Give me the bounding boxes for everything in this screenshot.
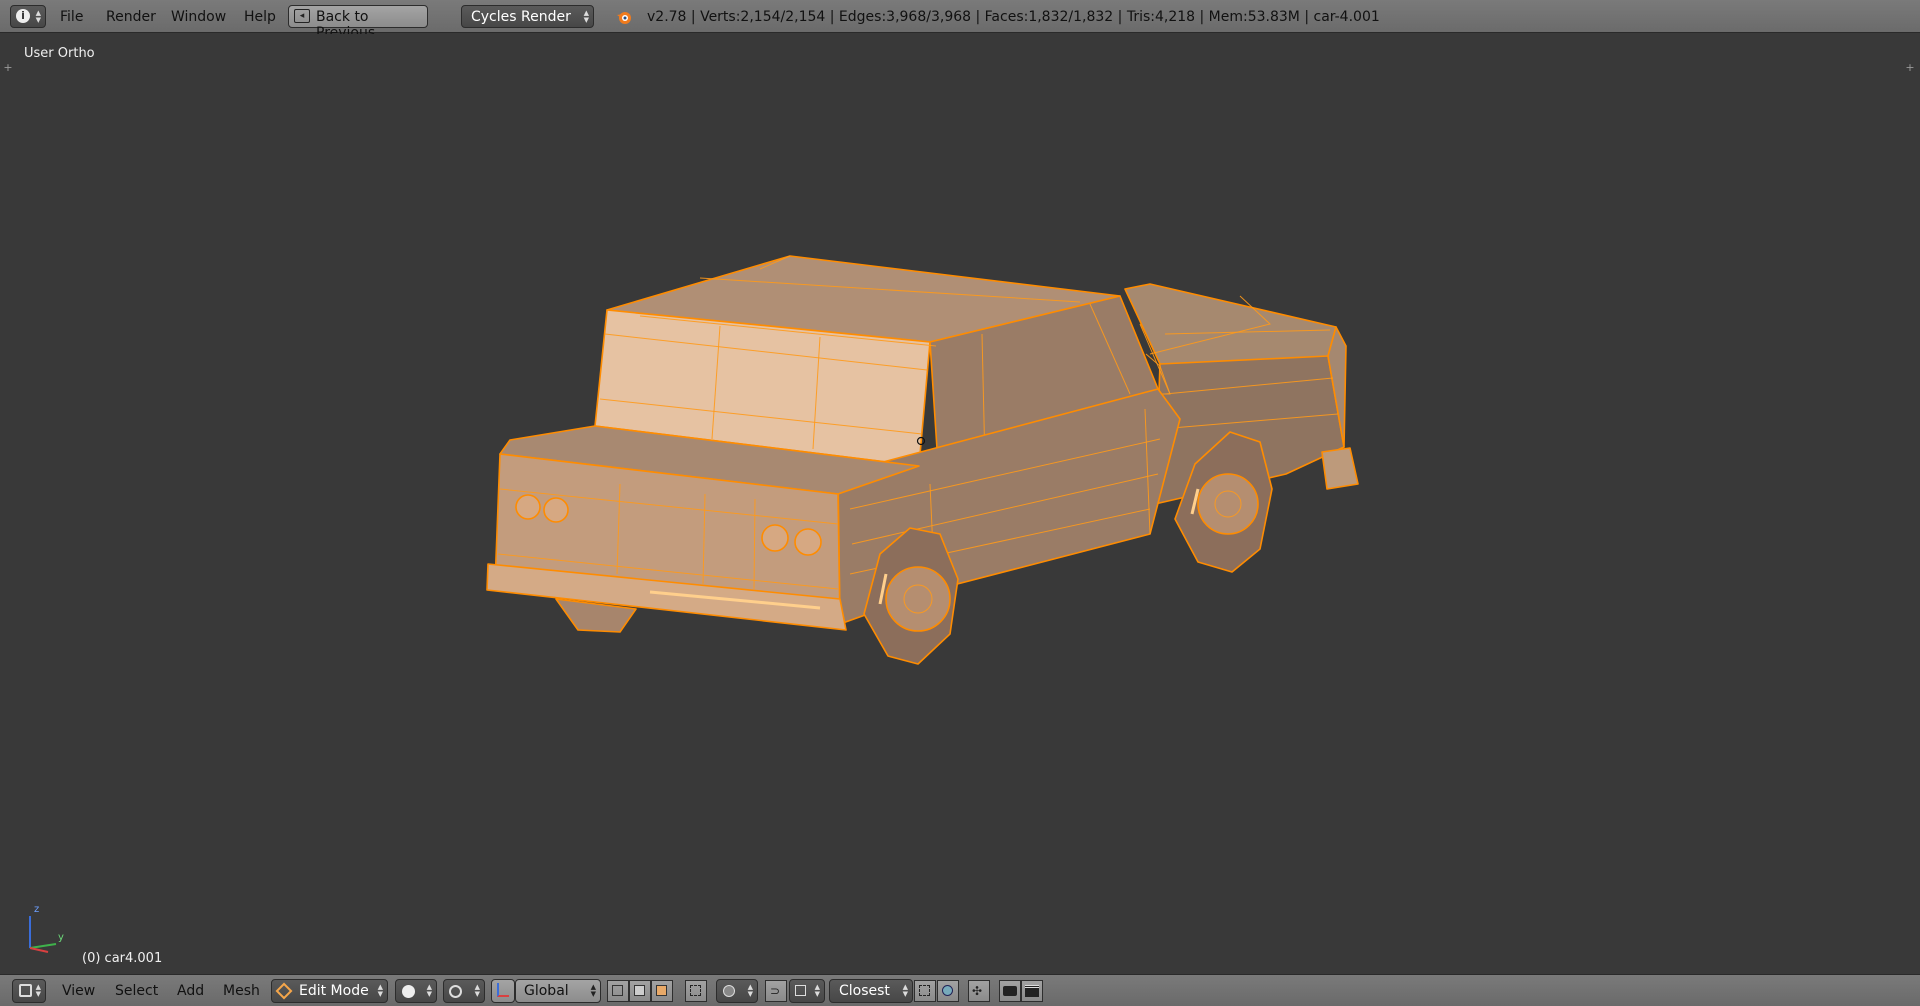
updown-arrows-icon: ▲ ▼	[35, 983, 41, 998]
menu-window[interactable]: Window	[171, 8, 226, 26]
back-to-previous-button[interactable]: ◂ Back to Previous	[288, 5, 428, 41]
updown-arrows-icon: ▲ ▼	[35, 8, 41, 24]
transform-orientation-label: Global	[524, 983, 569, 999]
menu-add[interactable]: Add	[177, 983, 204, 999]
pivot-point-select[interactable]: ▲ ▼	[443, 979, 485, 1003]
menu-help[interactable]: Help	[244, 8, 276, 26]
axis-y-label: y	[58, 932, 64, 943]
render-opengl-animation-button[interactable]	[1021, 980, 1043, 1002]
proportional-editing-select[interactable]: ▲ ▼	[716, 979, 758, 1003]
axis-z-label: z	[34, 904, 40, 915]
edge-select-button[interactable]	[629, 980, 651, 1002]
editor-type-selector[interactable]: i ▲ ▼	[10, 5, 46, 28]
updown-arrows-icon: ▲ ▼	[426, 983, 432, 998]
mode-select[interactable]: Edit Mode ▲ ▼	[271, 979, 388, 1003]
vertex-select-icon	[612, 985, 623, 996]
axis-gizmo: z y	[22, 904, 72, 954]
mode-label: Edit Mode	[299, 983, 369, 999]
updown-arrows-icon: ▲ ▼	[590, 983, 596, 998]
render-engine-select[interactable]: Cycles Render ▲ ▼	[461, 5, 594, 28]
snap-toggle[interactable]: ⊃	[765, 980, 787, 1002]
3d-view-icon	[19, 984, 32, 997]
updown-arrows-icon: ▲ ▼	[474, 983, 480, 998]
3d-viewport[interactable]: User Ortho + + .face { stroke:#ff8c00; s…	[0, 34, 1920, 972]
face-select-icon	[656, 985, 667, 996]
rear-bumper	[1321, 447, 1359, 490]
render-opengl-image-button[interactable]	[999, 980, 1021, 1002]
menu-mesh[interactable]: Mesh	[223, 983, 260, 999]
magnet-icon: ⊃	[770, 984, 781, 998]
face-select-button[interactable]	[651, 980, 673, 1002]
menu-render[interactable]: Render	[106, 8, 156, 26]
render-engine-label: Cycles Render	[471, 9, 571, 25]
viewport-shading-select[interactable]: ▲ ▼	[395, 979, 437, 1003]
updown-arrows-icon: ▲ ▼	[583, 8, 589, 24]
info-icon: i	[16, 9, 30, 23]
occlude-geometry-button[interactable]	[685, 980, 707, 1002]
edge-select-icon	[634, 985, 645, 996]
clapperboard-icon	[1025, 985, 1039, 997]
blender-logo-icon	[616, 9, 632, 25]
snap-target-select[interactable]: Closest ▲ ▼	[829, 979, 913, 1003]
updown-arrows-icon: ▲ ▼	[747, 983, 753, 998]
updown-arrows-icon: ▲ ▼	[902, 983, 908, 998]
scene-statistics: v2.78 | Verts:2,154/2,154 | Edges:3,968/…	[647, 9, 1380, 25]
updown-arrows-icon: ▲ ▼	[814, 983, 820, 998]
snap-element-icon	[795, 985, 806, 996]
pivot-icon	[449, 985, 462, 998]
updown-arrows-icon: ▲ ▼	[377, 983, 383, 998]
align-rotation-icon	[919, 985, 930, 996]
manipulate-center-button[interactable]: ✣	[968, 980, 990, 1002]
vertex-select-button[interactable]	[607, 980, 629, 1002]
menu-file[interactable]: File	[60, 8, 83, 26]
snap-align-rotation-button[interactable]	[914, 980, 936, 1002]
edit-mode-icon	[275, 982, 293, 1000]
3d-view-header: ▲ ▼ View Select Add Mesh Edit Mode ▲ ▼ ▲ ▼ …	[0, 974, 1920, 1006]
menu-view[interactable]: View	[62, 983, 95, 999]
back-arrow-icon: ◂	[294, 9, 310, 23]
manipulate-center-icon: ✣	[972, 984, 983, 998]
active-object-label: (0) car4.001	[82, 951, 163, 966]
snap-element-select[interactable]: ▲ ▼	[789, 979, 825, 1003]
snap-target-label: Closest	[839, 983, 890, 999]
camera-icon	[1003, 986, 1017, 996]
manipulator-icon	[497, 983, 509, 997]
occlude-geometry-icon	[690, 985, 701, 996]
car-mesh[interactable]: .face { stroke:#ff8c00; stroke-width:1.6…	[0, 34, 1920, 972]
proportional-editing-icon	[723, 985, 735, 997]
info-header: i ▲ ▼ File Render Window Help ◂ Back to P…	[0, 0, 1920, 41]
editor-type-selector[interactable]: ▲ ▼	[12, 979, 46, 1003]
snap-project-button[interactable]	[937, 980, 959, 1002]
transform-manipulator-toggle[interactable]	[491, 979, 515, 1003]
transform-orientation-select[interactable]: Global ▲ ▼	[515, 979, 601, 1003]
snap-project-icon	[942, 985, 953, 996]
menu-select[interactable]: Select	[115, 983, 158, 999]
solid-shading-icon	[402, 985, 415, 998]
